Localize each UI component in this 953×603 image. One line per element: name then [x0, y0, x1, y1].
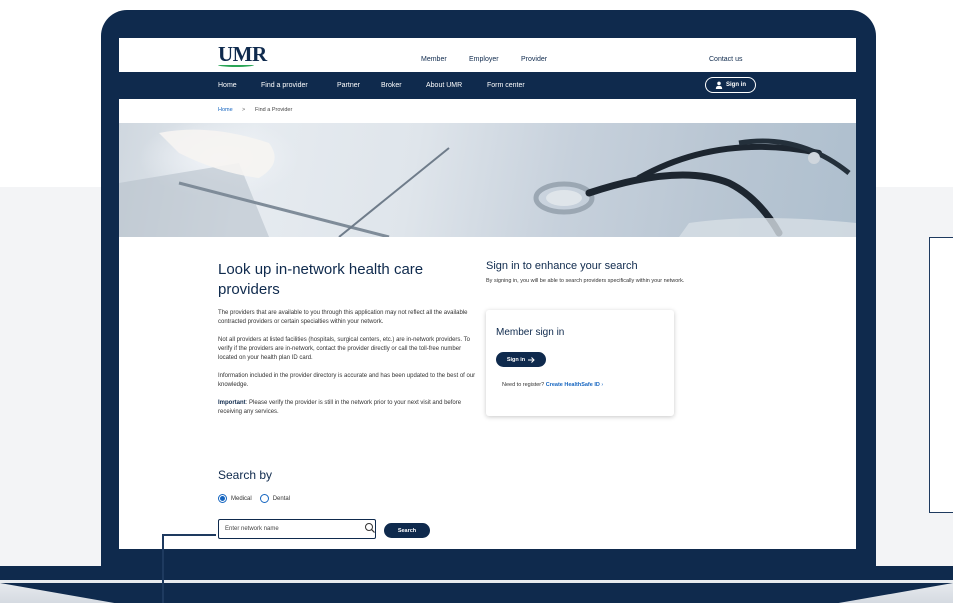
breadcrumb: Home > Find a Provider: [119, 99, 856, 123]
member-sign-in-button[interactable]: Sign in: [496, 352, 546, 367]
laptop-base: [0, 566, 953, 580]
stethoscope-illustration: [119, 129, 856, 237]
top-bar: UMR Member Employer Provider Contact us: [119, 38, 856, 72]
provider-link[interactable]: Provider: [521, 56, 547, 63]
breadcrumb-separator: >: [242, 107, 246, 113]
intro-paragraph: Not all providers at listed facilities (…: [218, 337, 470, 361]
sign-in-section: Sign in to enhance your search By signin…: [486, 260, 736, 285]
sign-in-section-subtitle: By signing in, you will be able to searc…: [486, 278, 685, 284]
create-healthsafe-id-link[interactable]: Create HealthSafe ID: [546, 382, 600, 388]
register-line: Need to register? Create HealthSafe ID ›: [502, 382, 603, 388]
hero-image: [119, 123, 856, 237]
search-button[interactable]: Search: [384, 523, 430, 538]
member-link[interactable]: Member: [421, 56, 447, 63]
medical-radio[interactable]: [218, 494, 227, 503]
browser-screen: UMR Member Employer Provider Contact us …: [119, 38, 856, 549]
nav-sign-in-button[interactable]: Sign in: [705, 77, 756, 93]
plan-type-radios: Medical Dental: [218, 494, 290, 503]
user-icon: [715, 81, 723, 89]
breadcrumb-current: Find a Provider: [255, 107, 293, 113]
nav-sign-in-label: Sign in: [726, 82, 746, 88]
dental-label: Dental: [272, 495, 291, 502]
laptop-base-front: [0, 583, 953, 603]
search-by-title: Search by: [218, 468, 273, 482]
nav-about-umr[interactable]: About UMR: [426, 82, 462, 89]
arrow-right-icon: [528, 356, 535, 363]
important-text: : Please verify the provider is still in…: [218, 400, 462, 415]
intro-paragraph: Information included in the provider dir…: [218, 373, 476, 388]
callout-pointer-vertical: [162, 534, 164, 603]
contact-us-link[interactable]: Contact us: [709, 56, 742, 63]
network-search-input[interactable]: Enter network name: [218, 519, 376, 539]
nav-partner[interactable]: Partner: [337, 82, 360, 89]
nav-find-provider[interactable]: Find a provider: [261, 82, 308, 89]
logo-swoosh: [218, 63, 254, 67]
register-text: Need to register?: [502, 382, 545, 388]
important-label: Important: [218, 400, 246, 406]
member-sign-in-title: Member sign in: [496, 327, 565, 338]
stage: UMR Member Employer Provider Contact us …: [0, 0, 953, 603]
callout-box: [929, 237, 953, 513]
intro-section: Look up in-network health care providers…: [218, 260, 478, 417]
chevron-right-icon: ›: [601, 382, 604, 388]
dental-radio[interactable]: [259, 494, 269, 503]
member-sign-in-label: Sign in: [506, 356, 526, 363]
breadcrumb-home[interactable]: Home: [218, 107, 233, 113]
intro-paragraph: The providers that are available to you …: [218, 310, 468, 325]
main-nav: Home Find a provider Partner Broker Abou…: [119, 72, 856, 99]
medical-label: Medical: [231, 495, 252, 502]
nav-home[interactable]: Home: [218, 82, 237, 89]
member-sign-in-card: Member sign in Sign in Need to register?…: [486, 310, 674, 416]
sign-in-section-title: Sign in to enhance your search: [486, 260, 638, 272]
important-note: Important: Please verify the provider is…: [218, 399, 478, 417]
nav-form-center[interactable]: Form center: [487, 82, 525, 89]
callout-pointer-horizontal: [162, 534, 216, 536]
search-icon[interactable]: [364, 522, 376, 534]
nav-broker[interactable]: Broker: [381, 82, 402, 89]
page-title: Look up in-network health care providers: [218, 261, 424, 298]
employer-link[interactable]: Employer: [469, 56, 499, 63]
